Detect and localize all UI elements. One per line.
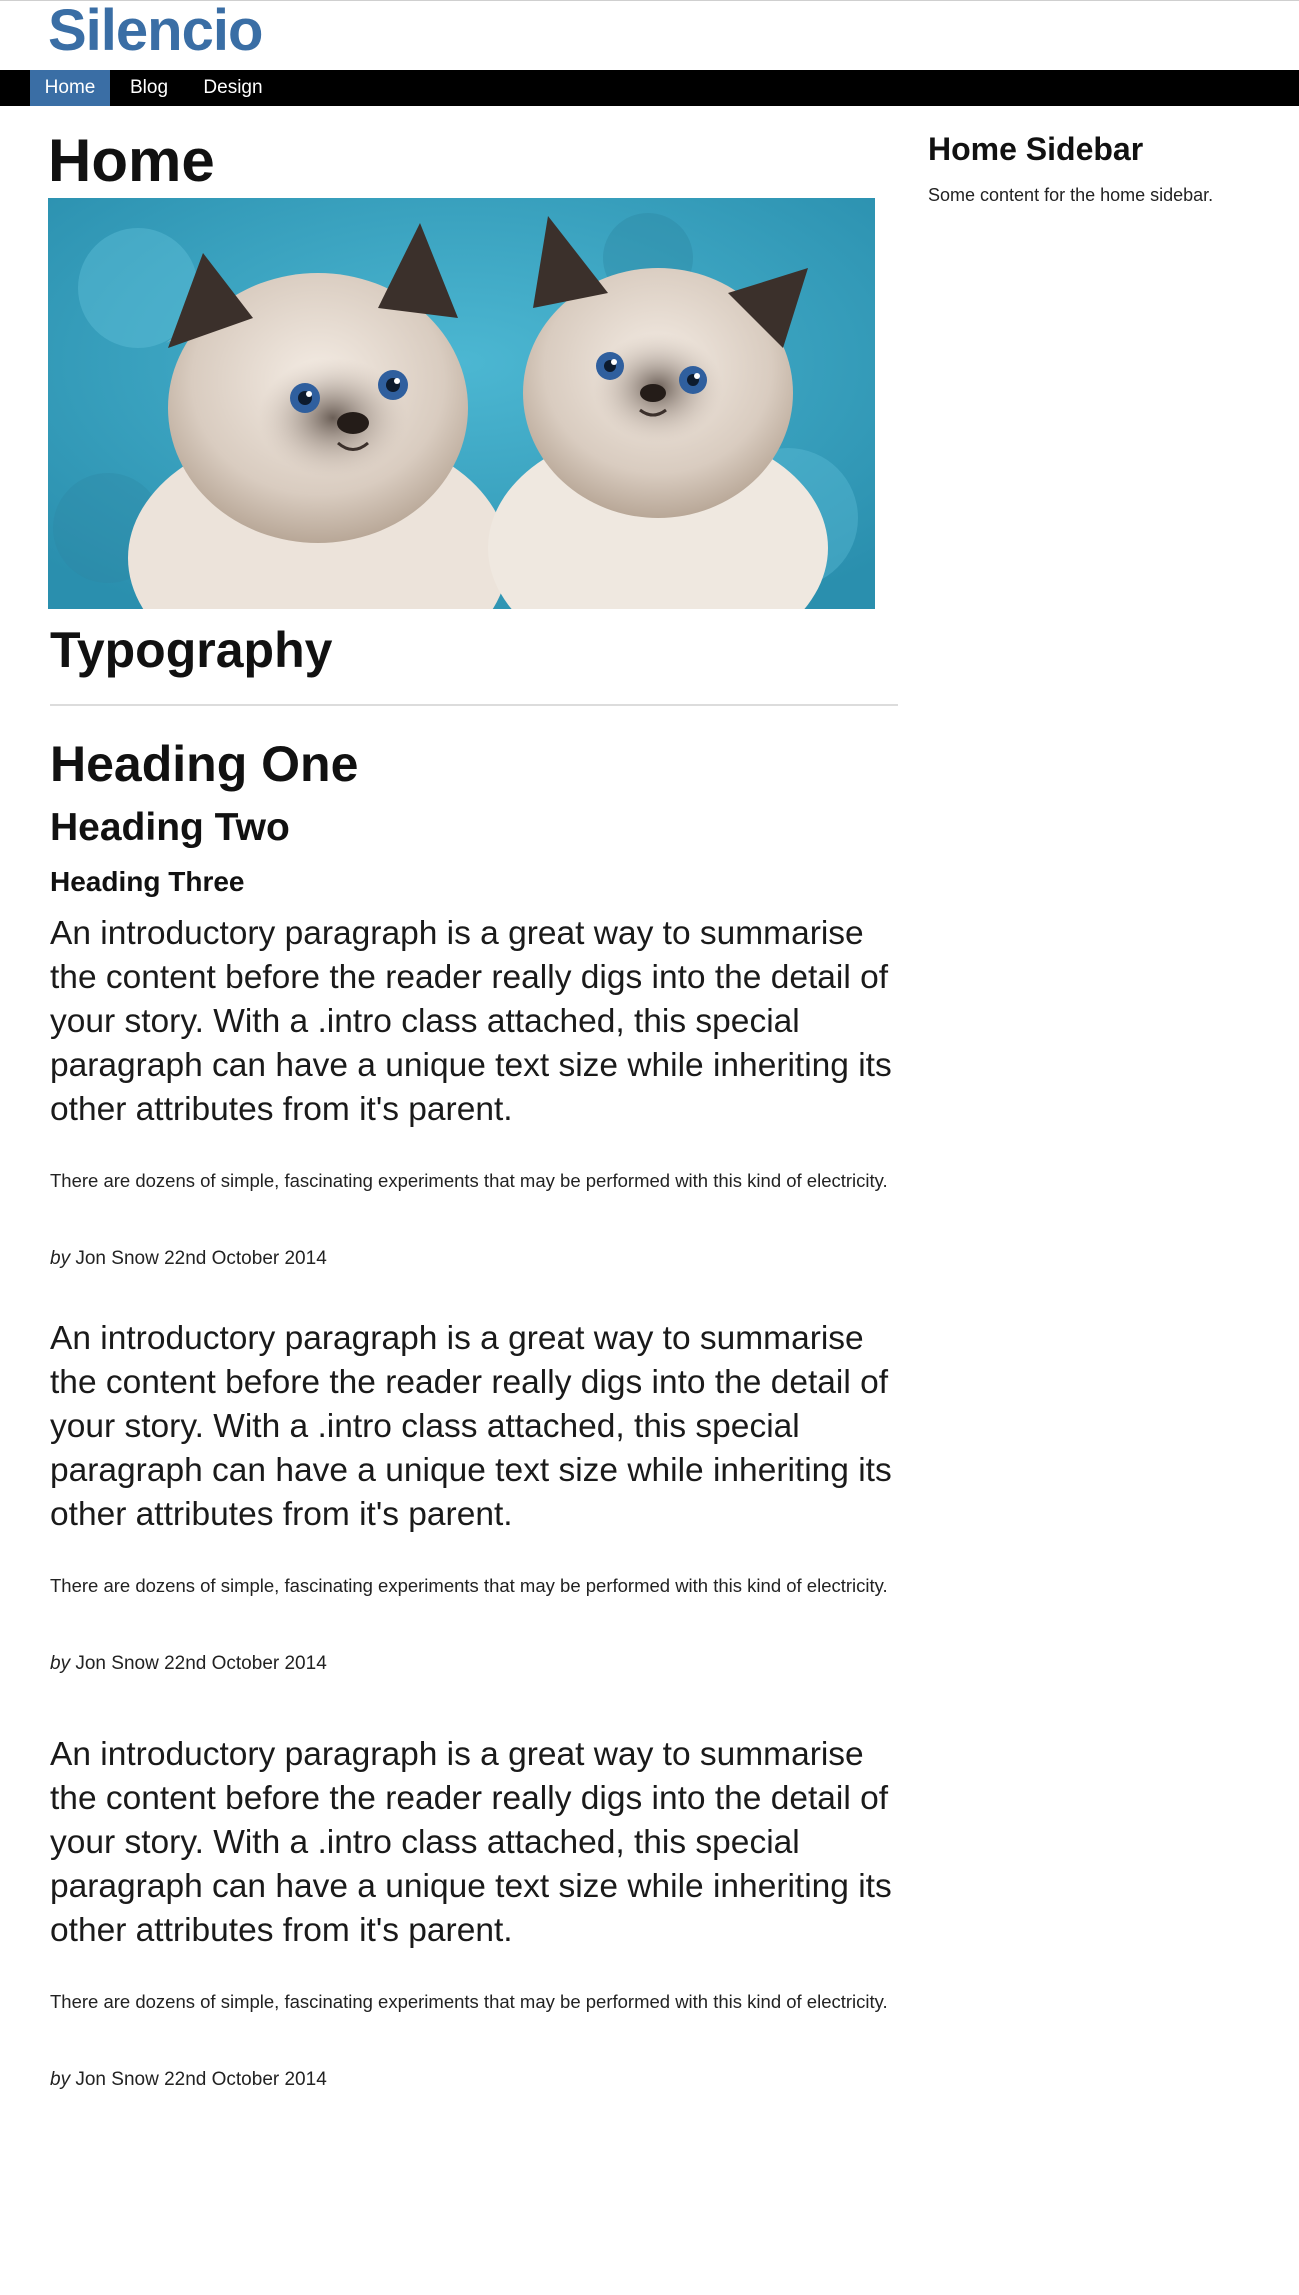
byline-author-date: Jon Snow 22nd October 2014 [75, 2069, 327, 2090]
byline-prefix: by [50, 2069, 71, 2090]
byline-author-date: Jon Snow 22nd October 2014 [75, 1653, 327, 1674]
site-title[interactable]: Silencio [48, 1, 263, 61]
main-nav: Home Blog Design [0, 70, 1299, 106]
body-paragraph: There are dozens of simple, fascinating … [50, 1170, 888, 1191]
intro-paragraph: An introductory paragraph is a great way… [50, 1320, 892, 1533]
kittens-image [48, 198, 875, 609]
intro-paragraph: An introductory paragraph is a great way… [50, 915, 892, 1128]
section-title: Typography [50, 622, 333, 678]
intro-paragraph: An introductory paragraph is a great way… [50, 1736, 892, 1949]
sidebar-text: Some content for the home sidebar. [928, 185, 1214, 205]
page-title: Home [48, 127, 215, 194]
nav-item-home[interactable]: Home [30, 70, 110, 106]
nav-item-design[interactable]: Design [194, 70, 272, 106]
heading-three: Heading Three [50, 866, 245, 897]
byline-prefix: by [50, 1653, 71, 1674]
byline: by Jon Snow 22nd October 2014 [50, 2067, 327, 2093]
site-header: Silencio [0, 1, 1299, 69]
heading-one: Heading One [50, 736, 359, 792]
section-divider [50, 704, 898, 706]
nav-item-blog[interactable]: Blog [118, 70, 180, 106]
byline: by Jon Snow 22nd October 2014 [50, 1651, 327, 1677]
sidebar-title: Home Sidebar [928, 131, 1144, 167]
byline: by Jon Snow 22nd October 2014 [50, 1246, 327, 1272]
byline-author-date: Jon Snow 22nd October 2014 [75, 1248, 327, 1269]
heading-two: Heading Two [50, 806, 290, 849]
body-paragraph: There are dozens of simple, fascinating … [50, 1991, 888, 2012]
body-paragraph: There are dozens of simple, fascinating … [50, 1575, 888, 1596]
byline-prefix: by [50, 1248, 71, 1269]
hero-image [48, 198, 875, 609]
